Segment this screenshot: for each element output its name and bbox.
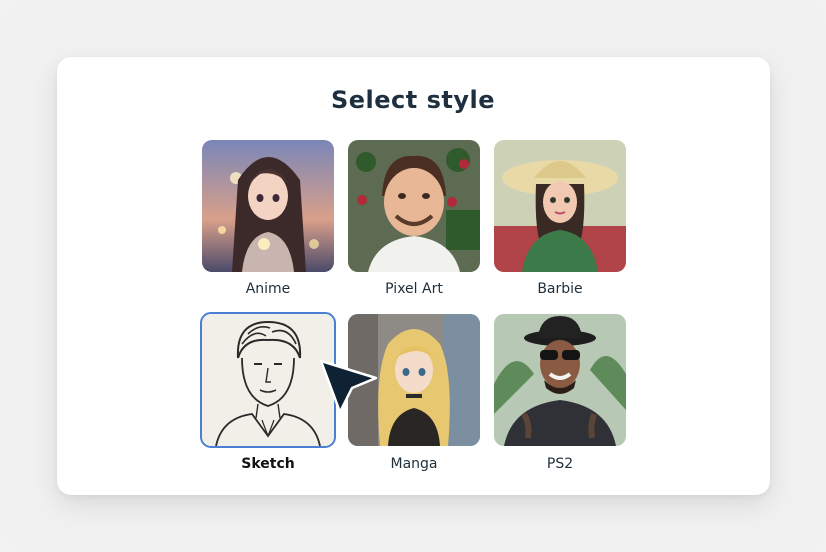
style-label-anime: Anime [245, 281, 291, 297]
sketch-portrait-thumbnail [202, 314, 334, 446]
pointer-cursor-icon [319, 359, 378, 414]
dialog-title: Select style [330, 86, 496, 114]
style-option-pixel-art[interactable] [348, 140, 480, 272]
style-label-sketch: Sketch [241, 456, 295, 472]
barbie-portrait-thumbnail [494, 140, 626, 272]
pixel-art-portrait-thumbnail [348, 140, 480, 272]
ps2-portrait-thumbnail [494, 314, 626, 446]
style-option-ps2[interactable] [494, 314, 626, 446]
style-option-sketch[interactable] [202, 314, 334, 446]
style-label-pixel-art: Pixel Art [385, 281, 443, 297]
style-label-manga: Manga [390, 456, 438, 472]
style-label-barbie: Barbie [537, 281, 583, 297]
anime-portrait-thumbnail [202, 140, 334, 272]
style-option-anime[interactable] [202, 140, 334, 272]
style-label-ps2: PS2 [546, 456, 574, 472]
style-option-barbie[interactable] [494, 140, 626, 272]
